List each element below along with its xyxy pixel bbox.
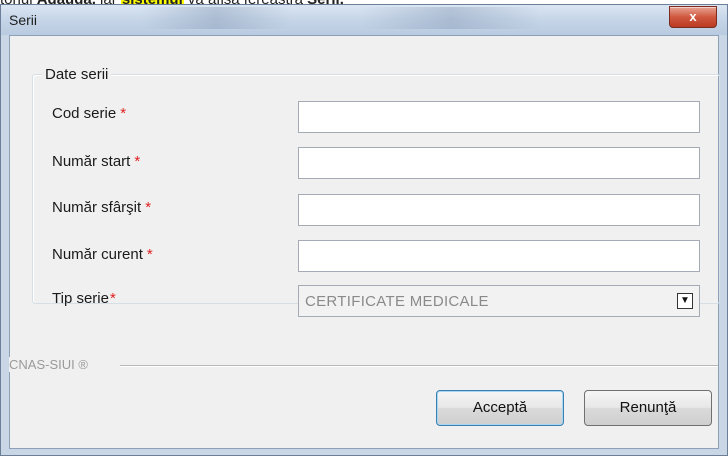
numar-sfarsit-input[interactable] <box>298 194 700 226</box>
tip-serie-label-text: Tip serie <box>52 290 109 307</box>
cod-serie-label: Cod serie * <box>52 105 126 122</box>
required-marker: * <box>120 105 127 122</box>
title-bar-glare <box>141 7 291 29</box>
cod-serie-label-text: Cod serie <box>52 105 117 122</box>
chevron-down-icon[interactable]: ▼ <box>677 293 693 309</box>
cancel-button[interactable]: Renunţă <box>584 390 712 426</box>
required-marker: * <box>145 199 152 216</box>
numar-curent-label-text: Număr curent <box>52 246 143 263</box>
dialog-client-area: Date serii Cod serie * Număr start * Număr… <box>9 35 720 449</box>
numar-sfarsit-label: Număr sfârşit * <box>52 199 151 216</box>
close-button[interactable]: x <box>669 6 717 28</box>
numar-start-label: Număr start * <box>52 153 140 170</box>
numar-curent-input[interactable] <box>298 240 700 272</box>
tip-serie-label: Tip serie* <box>52 290 116 307</box>
groupbox-legend: Date serii <box>42 66 112 83</box>
serii-dialog-window: Serii x Date serii Cod serie * Număr star… <box>0 4 728 456</box>
accept-button[interactable]: Acceptă <box>436 390 564 426</box>
numar-start-label-text: Număr start <box>52 153 131 170</box>
cod-serie-input[interactable] <box>298 101 700 133</box>
close-icon: x <box>689 9 697 24</box>
numar-curent-label: Număr curent * <box>52 246 153 263</box>
footer-divider <box>120 365 718 367</box>
required-marker: * <box>109 290 116 307</box>
window-title: Serii <box>9 12 38 28</box>
title-bar[interactable]: Serii x <box>1 5 727 35</box>
required-marker: * <box>146 246 153 263</box>
numar-start-input[interactable] <box>298 147 700 179</box>
numar-sfarsit-label-text: Număr sfârşit <box>52 199 142 216</box>
title-bar-glare <box>361 7 541 29</box>
tip-serie-selected-value: CERTIFICATE MEDICALE <box>305 293 489 310</box>
cnas-siui-brand-label: CNAS-SIUI ® <box>9 357 94 372</box>
tip-serie-select[interactable]: CERTIFICATE MEDICALE ▼ <box>298 285 700 317</box>
required-marker: * <box>134 153 141 170</box>
